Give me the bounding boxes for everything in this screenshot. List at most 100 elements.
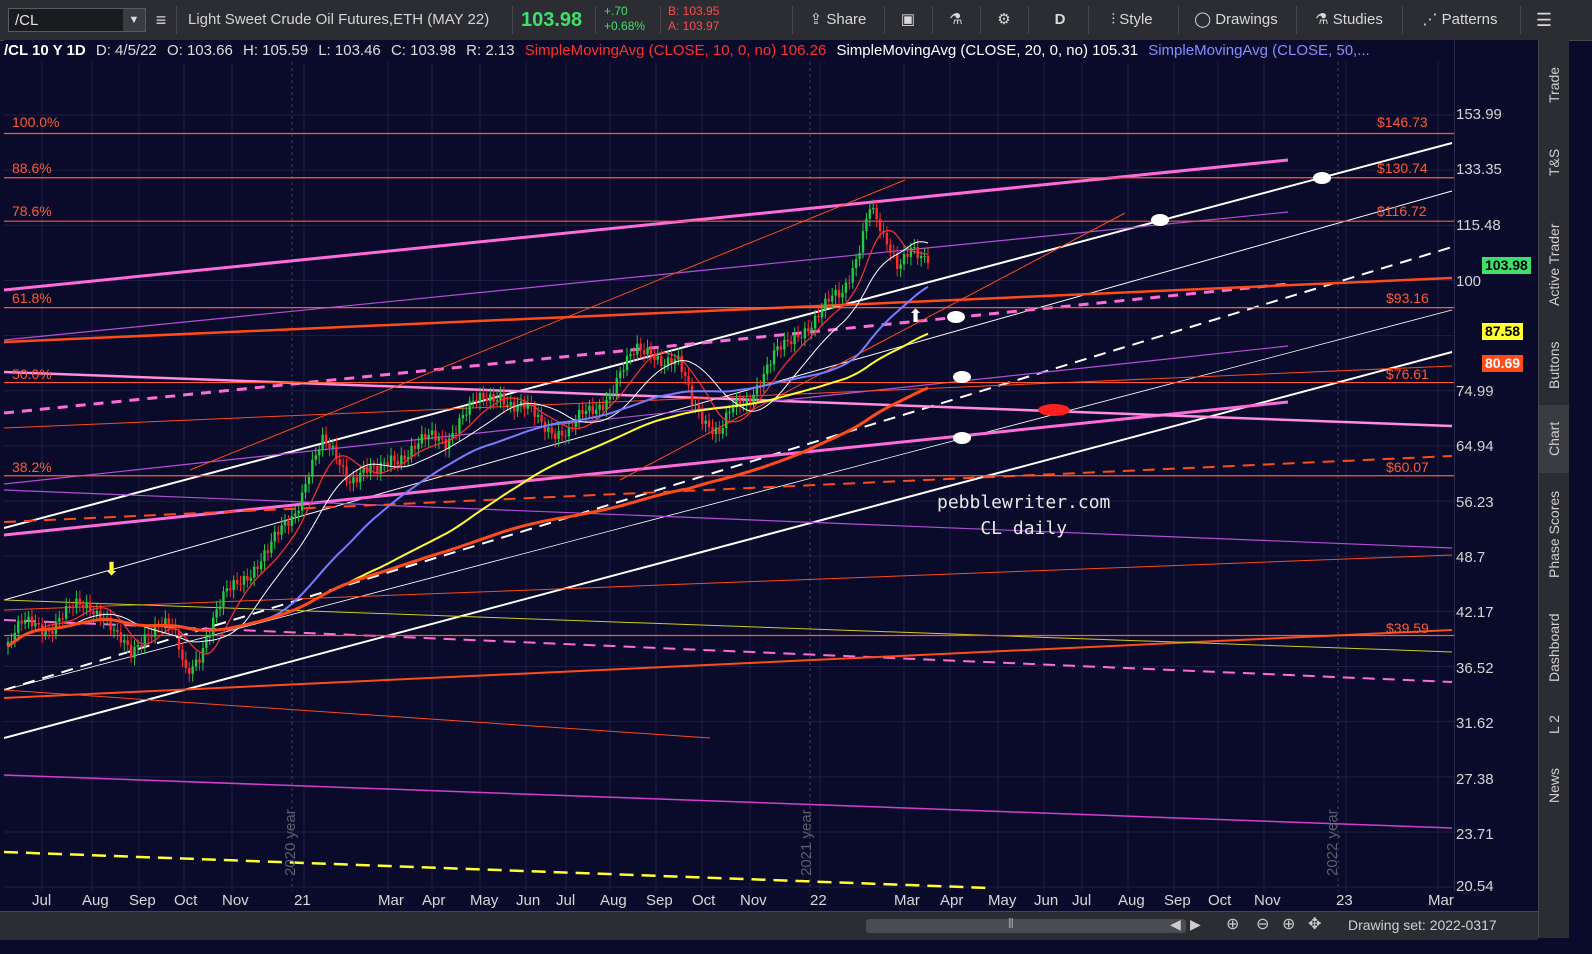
candle-body: [875, 207, 878, 220]
fib-value-886: $130.74: [1377, 160, 1428, 176]
candle-body: [64, 605, 68, 619]
studies-button[interactable]: ⚗ Studies: [1302, 0, 1396, 40]
candle-body: [181, 649, 184, 660]
drawings-button[interactable]: ◯ Drawings: [1184, 0, 1288, 40]
yellow-dashed-line: [4, 850, 991, 890]
candle-body: [772, 350, 776, 365]
candle-body: [112, 629, 116, 631]
legend-sma50[interactable]: SimpleMovingAvg (CLOSE, 50,...: [1148, 42, 1369, 59]
candle-body: [588, 405, 591, 411]
candle-body: [71, 606, 75, 608]
candle-body: [126, 640, 129, 645]
candle-body: [383, 462, 386, 464]
sma-20-line: [7, 241, 929, 647]
ellipse-icon: ◯: [1194, 11, 1216, 28]
candle-body: [129, 644, 133, 658]
candle-body: [612, 393, 615, 395]
aggregation-button[interactable]: D: [1034, 0, 1086, 40]
symbol-input[interactable]: /CL ▼: [8, 8, 146, 32]
candle-body: [783, 339, 786, 350]
tab-dashboard[interactable]: Dashboard: [1539, 595, 1569, 700]
symbol-text: /CL: [15, 12, 39, 29]
tab-news[interactable]: News: [1539, 750, 1569, 820]
candle-body: [188, 667, 191, 674]
candle-body: [420, 434, 424, 444]
scroll-right-icon[interactable]: ▶: [1190, 916, 1201, 933]
chevron-down-icon[interactable]: ▼: [123, 9, 145, 31]
candle-body: [817, 315, 820, 318]
screenshot-icon[interactable]: ▣: [890, 0, 926, 40]
candle-body: [328, 443, 331, 448]
horizontal-scrollbar[interactable]: [866, 919, 1186, 933]
tab-trade[interactable]: Trade: [1539, 50, 1569, 120]
candle-body: [557, 430, 560, 439]
x-tick-label: Nov: [222, 892, 249, 909]
x-tick-label: 21: [294, 892, 311, 909]
target-marker: [953, 432, 971, 444]
candle-body: [348, 481, 352, 484]
zoom-in-icon[interactable]: ⊕: [1282, 914, 1295, 934]
candle-body: [324, 434, 328, 444]
legend-sma20[interactable]: SimpleMovingAvg (CLOSE, 20, 0, no): [836, 42, 1088, 59]
bid-price: B: 103.95: [668, 4, 720, 18]
patterns-button[interactable]: ⋰ Patterns: [1408, 0, 1512, 40]
flask-icon[interactable]: ⚗: [938, 0, 974, 40]
candle-body: [560, 430, 564, 436]
candle-body: [872, 207, 875, 210]
divider: [595, 6, 596, 34]
tab-chart[interactable]: Chart: [1539, 405, 1569, 473]
tab-active-trader[interactable]: Active Trader: [1539, 205, 1569, 325]
candle-body: [280, 525, 283, 535]
candle-body: [642, 350, 646, 355]
y-tick: 133.35: [1456, 161, 1502, 178]
zoom-out-icon[interactable]: ⊖: [1256, 914, 1269, 934]
tab-time-and-sales[interactable]: T&S: [1539, 120, 1569, 205]
tab-level-2[interactable]: L 2: [1539, 700, 1569, 750]
divider: [512, 6, 513, 34]
candle-body: [789, 341, 793, 345]
menu-icon[interactable]: ☰: [1526, 0, 1562, 40]
legend-sma10[interactable]: SimpleMovingAvg (CLOSE, 10, 0, no): [525, 42, 777, 59]
pan-icon[interactable]: ✥: [1308, 914, 1321, 934]
divider: [884, 6, 885, 34]
x-tick-label: Oct: [1208, 892, 1232, 909]
scroll-left-icon[interactable]: ◀: [1170, 916, 1181, 933]
candle-body: [728, 412, 731, 414]
divider: [980, 6, 981, 34]
candle-body: [711, 427, 714, 435]
fib-value-618: $93.16: [1386, 290, 1429, 306]
channel-thin-line: [4, 190, 1453, 601]
candle-body: [762, 373, 766, 387]
drawing-set-label[interactable]: Drawing set: 2022-0317: [1348, 917, 1497, 933]
legend-close: C: 103.98: [390, 42, 456, 59]
orange-thin-line: [4, 689, 711, 739]
tab-buttons[interactable]: Buttons: [1539, 325, 1569, 405]
candle-body: [393, 455, 396, 461]
price-chart[interactable]: ⬇⬆: [4, 40, 1454, 891]
candle-body: [201, 647, 205, 663]
candle-body: [666, 357, 670, 365]
candle-body: [793, 334, 796, 345]
candle-body: [868, 209, 872, 219]
divider: [792, 6, 793, 34]
share-button[interactable]: ⇪ Share: [800, 0, 876, 40]
list-icon[interactable]: ≡: [150, 0, 172, 40]
crosshair-icon[interactable]: ⊕: [1226, 914, 1239, 934]
x-tick-label: Oct: [174, 892, 198, 909]
candle-body: [225, 588, 229, 592]
gear-icon[interactable]: ⚙: [986, 0, 1022, 40]
candle-body: [403, 455, 406, 460]
candle-body: [854, 259, 858, 268]
candle-body: [536, 414, 540, 417]
candle-body: [424, 434, 427, 440]
tab-phase-scores[interactable]: Phase Scores: [1539, 473, 1569, 595]
patterns-label: Patterns: [1441, 11, 1498, 28]
style-button[interactable]: ⫶ Style: [1094, 0, 1170, 40]
legend-open: O: 103.66: [166, 42, 233, 59]
net-change: +.70: [604, 4, 628, 18]
candle-body: [85, 602, 88, 609]
candle-body: [177, 630, 181, 650]
candle-body: [807, 328, 810, 332]
candle-body: [290, 516, 294, 526]
candle-body: [885, 232, 889, 245]
